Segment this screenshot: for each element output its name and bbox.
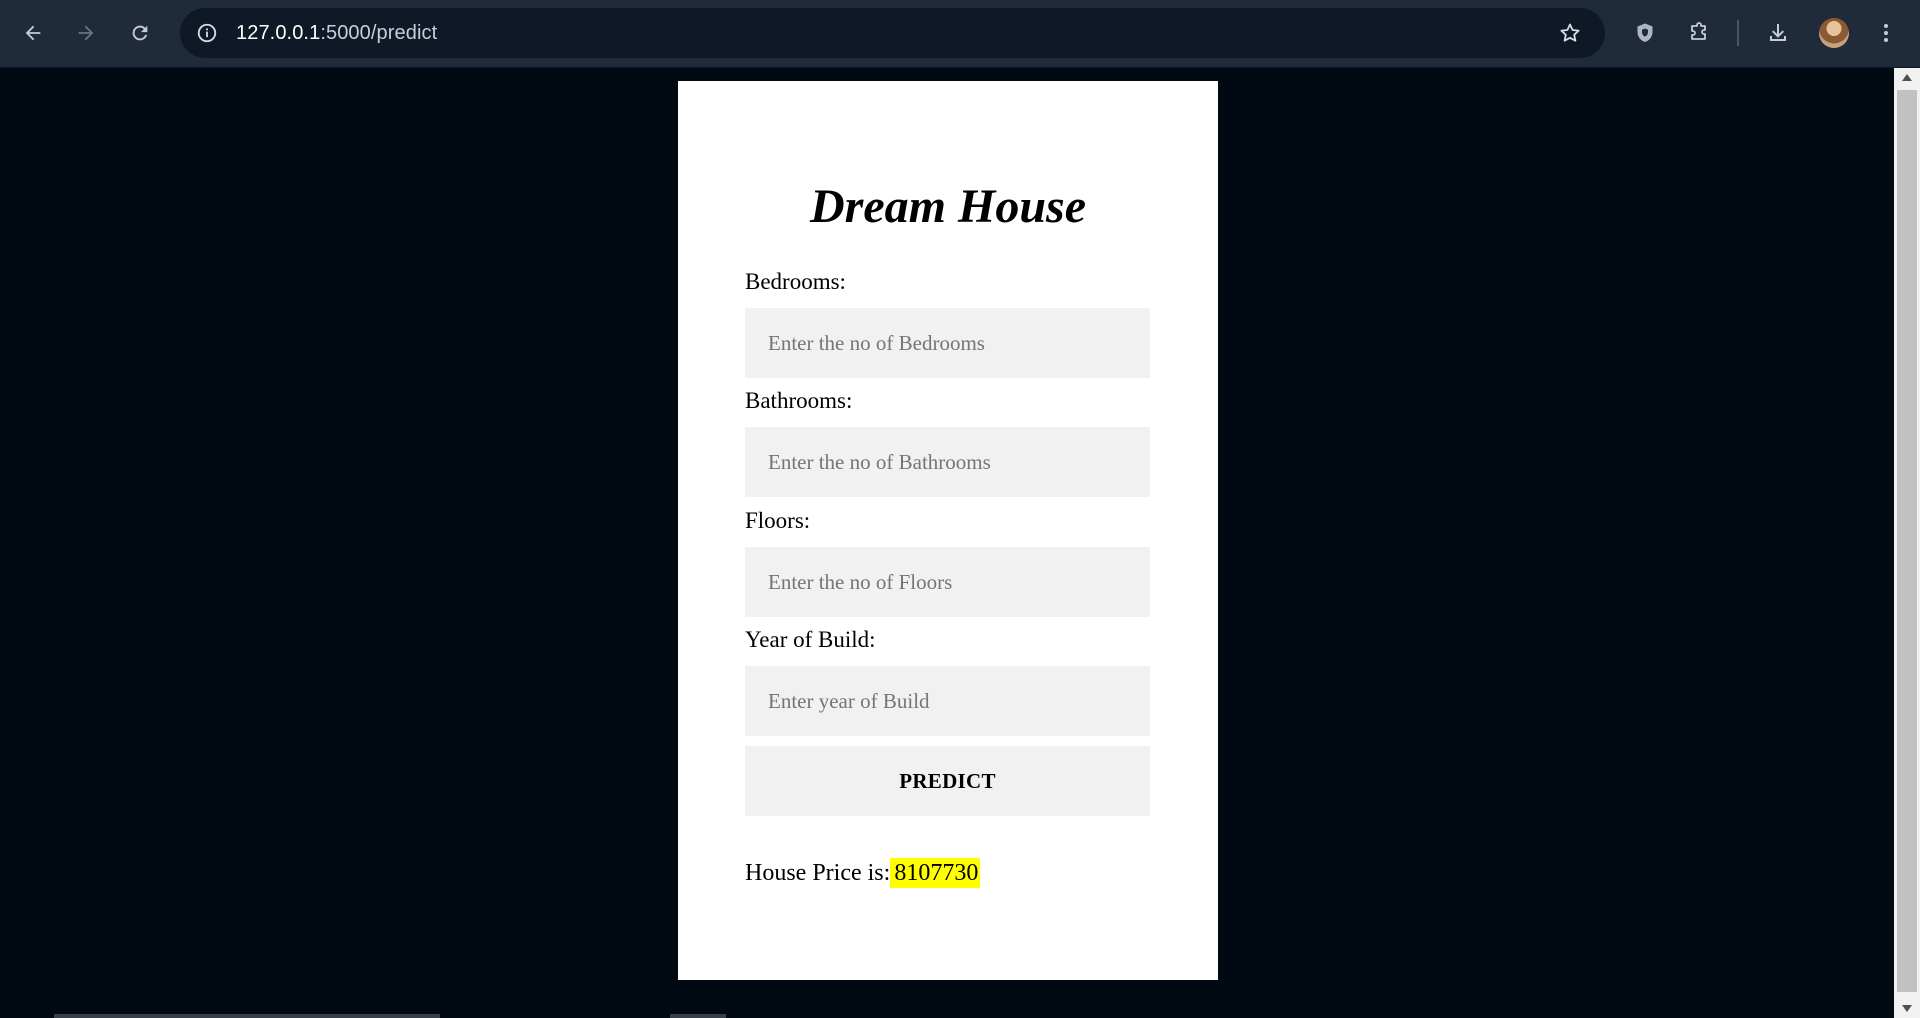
floors-input[interactable] bbox=[745, 547, 1150, 617]
browser-toolbar: 127.0.0.1:5000/predict bbox=[0, 0, 1920, 68]
year-of-build-label: Year of Build: bbox=[745, 627, 876, 652]
url-path: :5000/predict bbox=[320, 22, 438, 44]
year-of-build-input[interactable] bbox=[745, 666, 1150, 736]
scroll-up-arrow-icon[interactable] bbox=[1902, 74, 1912, 81]
downloads-button[interactable] bbox=[1762, 17, 1794, 49]
bedrooms-label: Bedrooms: bbox=[745, 269, 846, 294]
predict-button[interactable]: PREDICT bbox=[745, 746, 1150, 816]
kebab-menu-icon bbox=[1884, 24, 1888, 42]
bathrooms-label: Bathrooms: bbox=[745, 388, 853, 413]
browser-menu-button[interactable] bbox=[1870, 17, 1902, 49]
bathrooms-input[interactable] bbox=[745, 427, 1150, 497]
shield-extension-button[interactable] bbox=[1629, 17, 1661, 49]
star-icon[interactable] bbox=[1557, 20, 1583, 46]
info-icon[interactable] bbox=[194, 20, 220, 46]
arrow-left-icon bbox=[25, 25, 41, 41]
page-title: Dream House bbox=[810, 180, 1086, 233]
reload-icon bbox=[132, 25, 148, 41]
forward-button[interactable] bbox=[70, 17, 102, 49]
url-text: 127.0.0.1:5000/predict bbox=[236, 8, 437, 58]
result-label: House Price is: bbox=[745, 860, 891, 886]
puzzle-icon bbox=[1691, 22, 1706, 40]
extensions-button[interactable] bbox=[1683, 17, 1715, 49]
vertical-scrollbar[interactable] bbox=[1894, 68, 1920, 1018]
prediction-result: House Price is: 8107730 bbox=[745, 858, 981, 888]
shield-icon bbox=[1637, 23, 1653, 42]
floors-label: Floors: bbox=[745, 508, 811, 533]
profile-avatar[interactable] bbox=[1819, 18, 1849, 48]
address-bar[interactable]: 127.0.0.1:5000/predict bbox=[180, 8, 1605, 58]
url-host: 127.0.0.1 bbox=[236, 22, 321, 44]
scrollbar-thumb[interactable] bbox=[1897, 90, 1917, 992]
horizontal-scroll-indicator bbox=[54, 1014, 440, 1018]
reload-button[interactable] bbox=[124, 17, 156, 49]
horizontal-scroll-indicator-secondary bbox=[670, 1014, 726, 1018]
result-value: 8107730 bbox=[890, 858, 981, 888]
toolbar-divider bbox=[1737, 20, 1739, 46]
arrow-right-icon bbox=[78, 25, 94, 41]
scroll-down-arrow-icon[interactable] bbox=[1902, 1005, 1912, 1012]
bedrooms-input[interactable] bbox=[745, 308, 1150, 378]
back-button[interactable] bbox=[17, 17, 49, 49]
prediction-form-card: Dream House Bedrooms: Bathrooms: Floors:… bbox=[678, 81, 1218, 980]
download-icon bbox=[1770, 24, 1786, 41]
